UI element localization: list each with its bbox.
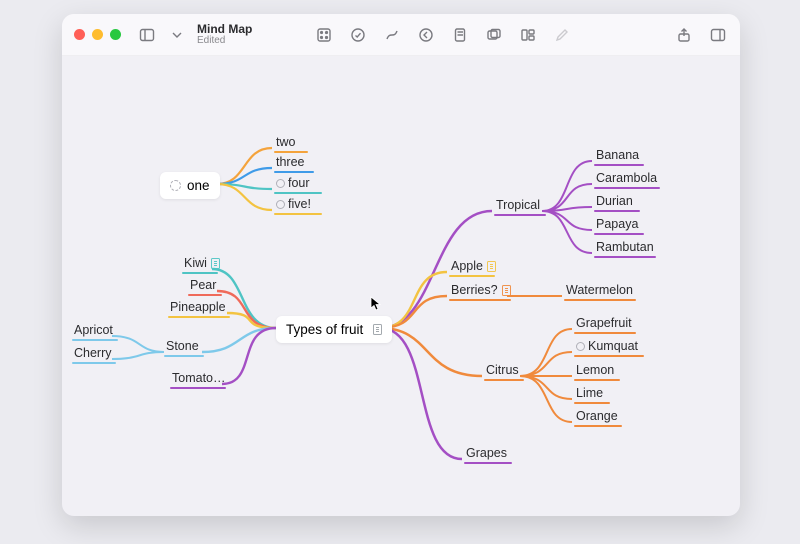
note-icon [487, 261, 496, 272]
inspector-toggle-icon[interactable] [708, 25, 728, 45]
root-node-one[interactable]: one [160, 172, 220, 199]
mindmap-connectors [62, 56, 740, 516]
layout-icon[interactable] [518, 25, 538, 45]
node-stone[interactable]: Stone [164, 338, 204, 357]
note-icon [502, 285, 511, 296]
mouse-cursor-icon [370, 296, 382, 312]
node-kumquat[interactable]: Kumquat [574, 338, 644, 357]
note-icon [211, 258, 220, 269]
node-durian[interactable]: Durian [594, 193, 640, 212]
node-citrus[interactable]: Citrus [484, 362, 524, 381]
connector-icon[interactable] [382, 25, 402, 45]
minimize-window-button[interactable] [92, 29, 103, 40]
task-circle-icon [276, 179, 285, 188]
note-icon[interactable] [450, 25, 470, 45]
node-grapefruit[interactable]: Grapefruit [574, 315, 636, 334]
node-watermelon[interactable]: Watermelon [564, 282, 636, 301]
node-banana[interactable]: Banana [594, 147, 644, 166]
node-five[interactable]: five! [274, 196, 322, 215]
task-circle-icon [576, 342, 585, 351]
node-pear[interactable]: Pear [188, 277, 222, 296]
document-title-block[interactable]: Mind Map Edited [197, 23, 252, 46]
document-title: Mind Map [197, 23, 252, 36]
dice-icon[interactable] [314, 25, 334, 45]
node-lemon[interactable]: Lemon [574, 362, 620, 381]
sidebar-toggle-button[interactable] [137, 25, 157, 45]
zoom-window-button[interactable] [110, 29, 121, 40]
mindmap-canvas[interactable]: one Types of fruit two three four five! … [62, 56, 740, 516]
node-papaya[interactable]: Papaya [594, 216, 644, 235]
node-rambutan[interactable]: Rambutan [594, 239, 656, 258]
media-icon[interactable] [484, 25, 504, 45]
task-circle-icon [276, 200, 285, 209]
node-carambola[interactable]: Carambola [594, 170, 660, 189]
node-tropical[interactable]: Tropical [494, 197, 546, 216]
node-lime[interactable]: Lime [574, 385, 610, 404]
progress-icon [170, 180, 181, 191]
node-three[interactable]: three [274, 154, 314, 173]
node-apricot[interactable]: Apricot [72, 322, 118, 341]
node-kiwi[interactable]: Kiwi [182, 255, 222, 274]
document-subtitle: Edited [197, 36, 252, 47]
node-two[interactable]: two [274, 134, 308, 153]
note-icon [373, 324, 382, 335]
node-grapes[interactable]: Grapes [464, 445, 512, 464]
node-four[interactable]: four [274, 175, 322, 194]
node-pineapple[interactable]: Pineapple [168, 299, 230, 318]
root-node-types-of-fruit[interactable]: Types of fruit [276, 316, 392, 343]
app-window: Mind Map Edited [62, 14, 740, 516]
node-berries[interactable]: Berries? [449, 282, 513, 301]
titlebar: Mind Map Edited [62, 14, 740, 56]
node-label: Types of fruit [286, 322, 363, 337]
tag-icon[interactable] [416, 25, 436, 45]
edit-icon[interactable] [552, 25, 572, 45]
node-orange[interactable]: Orange [574, 408, 622, 427]
node-tomato[interactable]: Tomato… [170, 370, 228, 389]
node-label: one [187, 178, 210, 193]
window-controls [74, 29, 121, 40]
share-icon[interactable] [674, 25, 694, 45]
check-circle-icon[interactable] [348, 25, 368, 45]
node-cherry[interactable]: Cherry [72, 345, 116, 364]
close-window-button[interactable] [74, 29, 85, 40]
node-apple[interactable]: Apple [449, 258, 498, 277]
dropdown-chevron-icon[interactable] [167, 25, 187, 45]
